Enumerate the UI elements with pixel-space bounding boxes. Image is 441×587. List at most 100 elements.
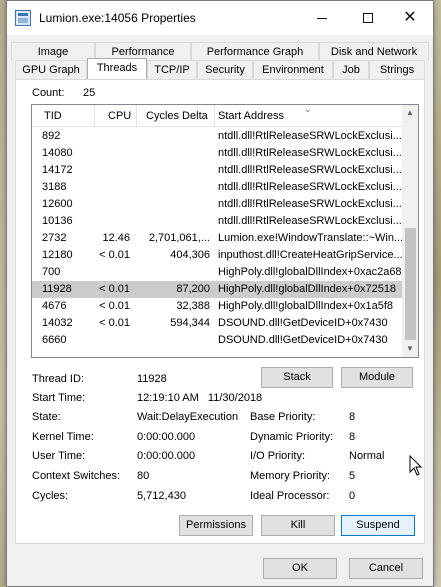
properties-window: Lumion.exe:14056 Properties ✕ Image Perf… [6, 0, 434, 587]
threads-rows: 892 ntdll.dll!RtlReleaseSRWLockExclusi...… [32, 128, 404, 349]
thread-row[interactable]: 4676 < 0.01 32,388 HighPoly.dll!globalDllIn… [32, 298, 404, 315]
thread-row[interactable]: 12180 < 0.01 404,306 inputhost.dll!CreateHe… [32, 247, 404, 264]
thread-row[interactable]: 12600 ntdll.dll!RtlReleaseSRWLockExclusi.… [32, 196, 404, 213]
thread-cycles-delta-cell: 32,388 [176, 300, 210, 312]
maximize-button[interactable] [345, 1, 391, 35]
column-divider[interactable] [214, 105, 215, 127]
thread-tid-cell: 14172 [42, 164, 73, 176]
thread-row[interactable]: 14032 < 0.01 594,344 DSOUND.dll!GetDeviceID… [32, 315, 404, 332]
memory-priority-label: Memory Priority: [250, 470, 331, 482]
sort-chevron-icon: ⌄ [304, 104, 312, 114]
tab-gpu-graph[interactable]: GPU Graph [15, 60, 87, 79]
ideal-processor-label: Ideal Processor: [250, 490, 330, 502]
thread-row[interactable]: 892 ntdll.dll!RtlReleaseSRWLockExclusi... [32, 128, 404, 145]
thread-row[interactable]: 14172 ntdll.dll!RtlReleaseSRWLockExclusi.… [32, 162, 404, 179]
threads-list-header: TID CPU Cycles Delta Start Address ⌄ [32, 105, 404, 127]
base-priority-label: Base Priority: [250, 411, 316, 423]
column-header-tid[interactable]: TID [44, 110, 62, 122]
stack-button[interactable]: Stack [261, 367, 333, 388]
thread-start-address-cell: DSOUND.dll!GetDeviceID+0x7430 [218, 334, 388, 346]
thread-row[interactable]: 700 HighPoly.dll!globalDllIndex+0xac2a68 [32, 264, 404, 281]
permissions-button[interactable]: Permissions [179, 515, 253, 536]
thread-row[interactable]: 6660 DSOUND.dll!GetDeviceID+0x7430 [32, 332, 404, 349]
column-divider[interactable] [94, 105, 95, 127]
thread-cpu-cell: < 0.01 [99, 249, 130, 261]
column-header-cycles-delta[interactable]: Cycles Delta [146, 110, 208, 122]
ideal-processor-value: 0 [349, 490, 356, 502]
thread-cpu-cell: < 0.01 [99, 317, 130, 329]
thread-tid-cell: 14032 [42, 317, 73, 329]
thread-start-address-cell: ntdll.dll!RtlReleaseSRWLockExclusi... [218, 130, 402, 142]
thread-tid-cell: 4676 [42, 300, 67, 312]
thread-start-address-cell: HighPoly.dll!globalDllIndex+0x1a5f8 [218, 300, 393, 312]
user-time-value: 0:00:00.000 [137, 450, 196, 462]
window-title: Lumion.exe:14056 Properties [39, 11, 196, 25]
thread-id-label: Thread ID: [32, 373, 84, 385]
state-value: Wait:DelayExecution [137, 411, 239, 423]
thread-row[interactable]: 14080 ntdll.dll!RtlReleaseSRWLockExclusi.… [32, 145, 404, 162]
kernel-time-label: Kernel Time: [32, 431, 94, 443]
thread-start-address-cell: Lumion.exe!WindowTranslate::~Win... [218, 232, 402, 244]
thread-cpu-cell: 12.46 [102, 232, 130, 244]
user-time-label: User Time: [32, 450, 86, 462]
cycles-label: Cycles: [32, 490, 69, 502]
start-time-value: 12:19:10 AM 11/30/2018 [137, 392, 263, 404]
tab-tcp-ip[interactable]: TCP/IP [147, 60, 197, 79]
tab-image[interactable]: Image [11, 42, 95, 61]
base-priority-value: 8 [349, 411, 356, 423]
title-bar: Lumion.exe:14056 Properties ✕ [7, 1, 433, 35]
module-button[interactable]: Module [341, 367, 413, 388]
thread-start-address-cell: ntdll.dll!RtlReleaseSRWLockExclusi... [218, 147, 402, 159]
thread-tid-cell: 6660 [42, 334, 67, 346]
app-window-icon [15, 10, 31, 26]
cycles-value: 5,712,430 [137, 490, 186, 502]
thread-tid-cell: 14080 [42, 147, 73, 159]
tab-threads[interactable]: Threads [87, 58, 147, 79]
scroll-down-icon[interactable]: ▼ [402, 341, 418, 357]
column-divider[interactable] [136, 105, 137, 127]
column-header-start-address[interactable]: Start Address [218, 110, 284, 122]
thread-cycles-delta-cell: 404,306 [170, 249, 210, 261]
thread-start-address-cell: ntdll.dll!RtlReleaseSRWLockExclusi... [218, 164, 402, 176]
minimize-icon [317, 17, 327, 19]
ok-button[interactable]: OK [263, 558, 337, 579]
thread-tid-cell: 12180 [42, 249, 73, 261]
thread-row[interactable]: 3188 ntdll.dll!RtlReleaseSRWLockExclusi..… [32, 179, 404, 196]
thread-cycles-delta-cell: 2,701,061,... [148, 232, 210, 244]
dynamic-priority-value: 8 [349, 431, 356, 443]
thread-tid-cell: 10136 [42, 215, 73, 227]
tab-job[interactable]: Job [333, 60, 369, 79]
thread-tid-cell: 12600 [42, 198, 73, 210]
vertical-scrollbar[interactable]: ▲ ▼ [402, 105, 418, 357]
tab-security[interactable]: Security [197, 60, 253, 79]
close-button[interactable]: ✕ [387, 1, 433, 35]
column-header-cpu[interactable]: CPU [108, 110, 131, 122]
tab-environment[interactable]: Environment [253, 60, 333, 79]
thread-row[interactable]: 10136 ntdll.dll!RtlReleaseSRWLockExclusi.… [32, 213, 404, 230]
context-switches-value: 80 [137, 470, 150, 482]
thread-row[interactable]: 11928 < 0.01 87,200 HighPoly.dll!globalDllI… [32, 281, 404, 298]
cancel-button[interactable]: Cancel [349, 558, 423, 579]
suspend-button[interactable]: Suspend [341, 515, 415, 536]
kill-button[interactable]: Kill [261, 515, 335, 536]
thread-tid-cell: 11928 [42, 283, 72, 295]
io-priority-value: Normal [349, 450, 385, 462]
count-value: 25 [83, 87, 96, 99]
threads-list[interactable]: TID CPU Cycles Delta Start Address ⌄ 892… [31, 104, 419, 358]
state-label: State: [32, 411, 61, 423]
thread-start-address-cell: ntdll.dll!RtlReleaseSRWLockExclusi... [218, 198, 402, 210]
tab-performance-graph[interactable]: Performance Graph [191, 42, 319, 61]
thread-cpu-cell: < 0.01 [99, 300, 130, 312]
minimize-button[interactable] [299, 1, 345, 35]
context-switches-label: Context Switches: [32, 470, 121, 482]
thread-start-address-cell: inputhost.dll!CreateHeatGripService... [218, 249, 402, 261]
tab-disk-and-network[interactable]: Disk and Network [319, 42, 429, 61]
thread-row[interactable]: 2732 12.46 2,701,061,... Lumion.exe!WindowT… [32, 230, 404, 247]
tab-strings[interactable]: Strings [369, 60, 425, 79]
scroll-up-icon[interactable]: ▲ [402, 105, 418, 121]
scrollbar-thumb[interactable] [405, 228, 416, 340]
thread-start-address-cell: HighPoly.dll!globalDllIndex+0xac2a68 [218, 266, 402, 278]
start-time-label: Start Time: [32, 392, 86, 404]
thread-start-address-cell: ntdll.dll!RtlReleaseSRWLockExclusi... [218, 215, 402, 227]
maximize-icon [363, 13, 373, 23]
